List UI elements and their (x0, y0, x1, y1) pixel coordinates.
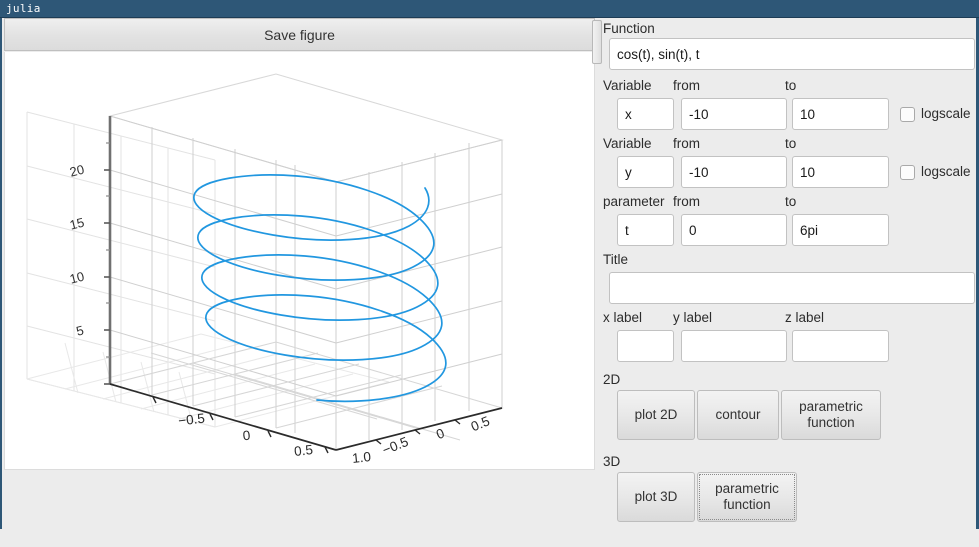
function-input[interactable] (609, 38, 975, 70)
variable-x-logscale-checkbox[interactable] (900, 107, 915, 122)
save-figure-label: Save figure (264, 26, 335, 43)
x-label-label: x label (603, 310, 643, 325)
controls-pane: Function Variable from to logscale Varia… (592, 18, 979, 529)
variable-y-to-label: to (785, 136, 797, 151)
title-input[interactable] (609, 272, 975, 304)
plot-3d-button[interactable]: plot 3D (617, 472, 695, 522)
variable-y-label: Variable (603, 136, 652, 151)
z-label-input[interactable] (792, 330, 889, 362)
save-figure-button[interactable]: Save figure (4, 18, 595, 51)
figure-3d-plot: 5 10 15 20 −0.5 0 0.5 1.0 −0.5 0 0.5 (26, 73, 504, 466)
svg-text:1.0: 1.0 (351, 449, 371, 466)
variable-y-from-label: from (673, 136, 700, 151)
window-title: julia (6, 2, 41, 15)
variable-y-logscale-checkbox[interactable] (900, 165, 915, 180)
parameter-input[interactable] (617, 214, 674, 246)
controls-scrollbar-thumb[interactable] (592, 20, 602, 64)
parametric-function-2d-button-label: parametric function (799, 399, 863, 430)
variable-x-to-label: to (785, 78, 797, 93)
plot-pane: Save figure 5 10 15 20 −0.5 0 0.5 1.0 −0… (0, 18, 595, 547)
x-label-input[interactable] (617, 330, 674, 362)
parameter-from-input[interactable] (681, 214, 787, 246)
plot-3d-button-label: plot 3D (634, 489, 678, 504)
svg-text:−0.5: −0.5 (177, 411, 205, 429)
variable-y-logscale-label: logscale (921, 164, 971, 179)
variable-y-from-input[interactable] (681, 156, 787, 188)
variable-x-to-input[interactable] (792, 98, 889, 130)
svg-text:0.5: 0.5 (469, 413, 492, 434)
parameter-label: parameter (603, 194, 665, 209)
svg-text:15: 15 (68, 215, 86, 233)
window-titlebar: julia (0, 0, 979, 18)
grid-right-wall (335, 139, 503, 451)
variable-y-input[interactable] (617, 156, 674, 188)
section-2d-label: 2D (603, 372, 621, 387)
grid-main-panel (108, 73, 504, 183)
svg-text:20: 20 (68, 162, 86, 180)
variable-y-to-input[interactable] (792, 156, 889, 188)
z-label-label: z label (785, 310, 825, 325)
variable-x-from-label: from (673, 78, 700, 93)
variable-x-logscale-label: logscale (921, 106, 971, 121)
title-label: Title (603, 252, 629, 267)
variable-x-label: Variable (603, 78, 652, 93)
parametric-function-2d-button[interactable]: parametric function (781, 390, 881, 440)
grid-back-wall (26, 111, 216, 428)
parameter-from-label: from (673, 194, 700, 209)
plot-pane-filler (4, 470, 595, 547)
parametric-function-3d-button-label: parametric function (715, 481, 779, 512)
svg-text:10: 10 (68, 269, 86, 287)
figure-canvas[interactable]: 5 10 15 20 −0.5 0 0.5 1.0 −0.5 0 0.5 (4, 52, 595, 470)
application-window: julia Save figure 5 10 15 20 −0.5 0 0.5 … (0, 0, 979, 547)
contour-button[interactable]: contour (697, 390, 779, 440)
data-series-helix (193, 174, 447, 403)
contour-button-label: contour (715, 407, 761, 422)
y-label-input[interactable] (681, 330, 787, 362)
function-label: Function (603, 21, 655, 36)
svg-text:0.5: 0.5 (293, 442, 313, 459)
section-3d-label: 3D (603, 454, 621, 469)
svg-text:0: 0 (242, 428, 251, 444)
variable-x-from-input[interactable] (681, 98, 787, 130)
svg-text:0: 0 (434, 425, 447, 442)
parametric-function-3d-button[interactable]: parametric function (697, 472, 797, 522)
svg-text:5: 5 (75, 322, 86, 338)
plot-2d-button[interactable]: plot 2D (617, 390, 695, 440)
variable-x-input[interactable] (617, 98, 674, 130)
y-label-label: y label (673, 310, 713, 325)
parameter-to-input[interactable] (792, 214, 889, 246)
parameter-to-label: to (785, 194, 797, 209)
plot-2d-button-label: plot 2D (634, 407, 678, 422)
